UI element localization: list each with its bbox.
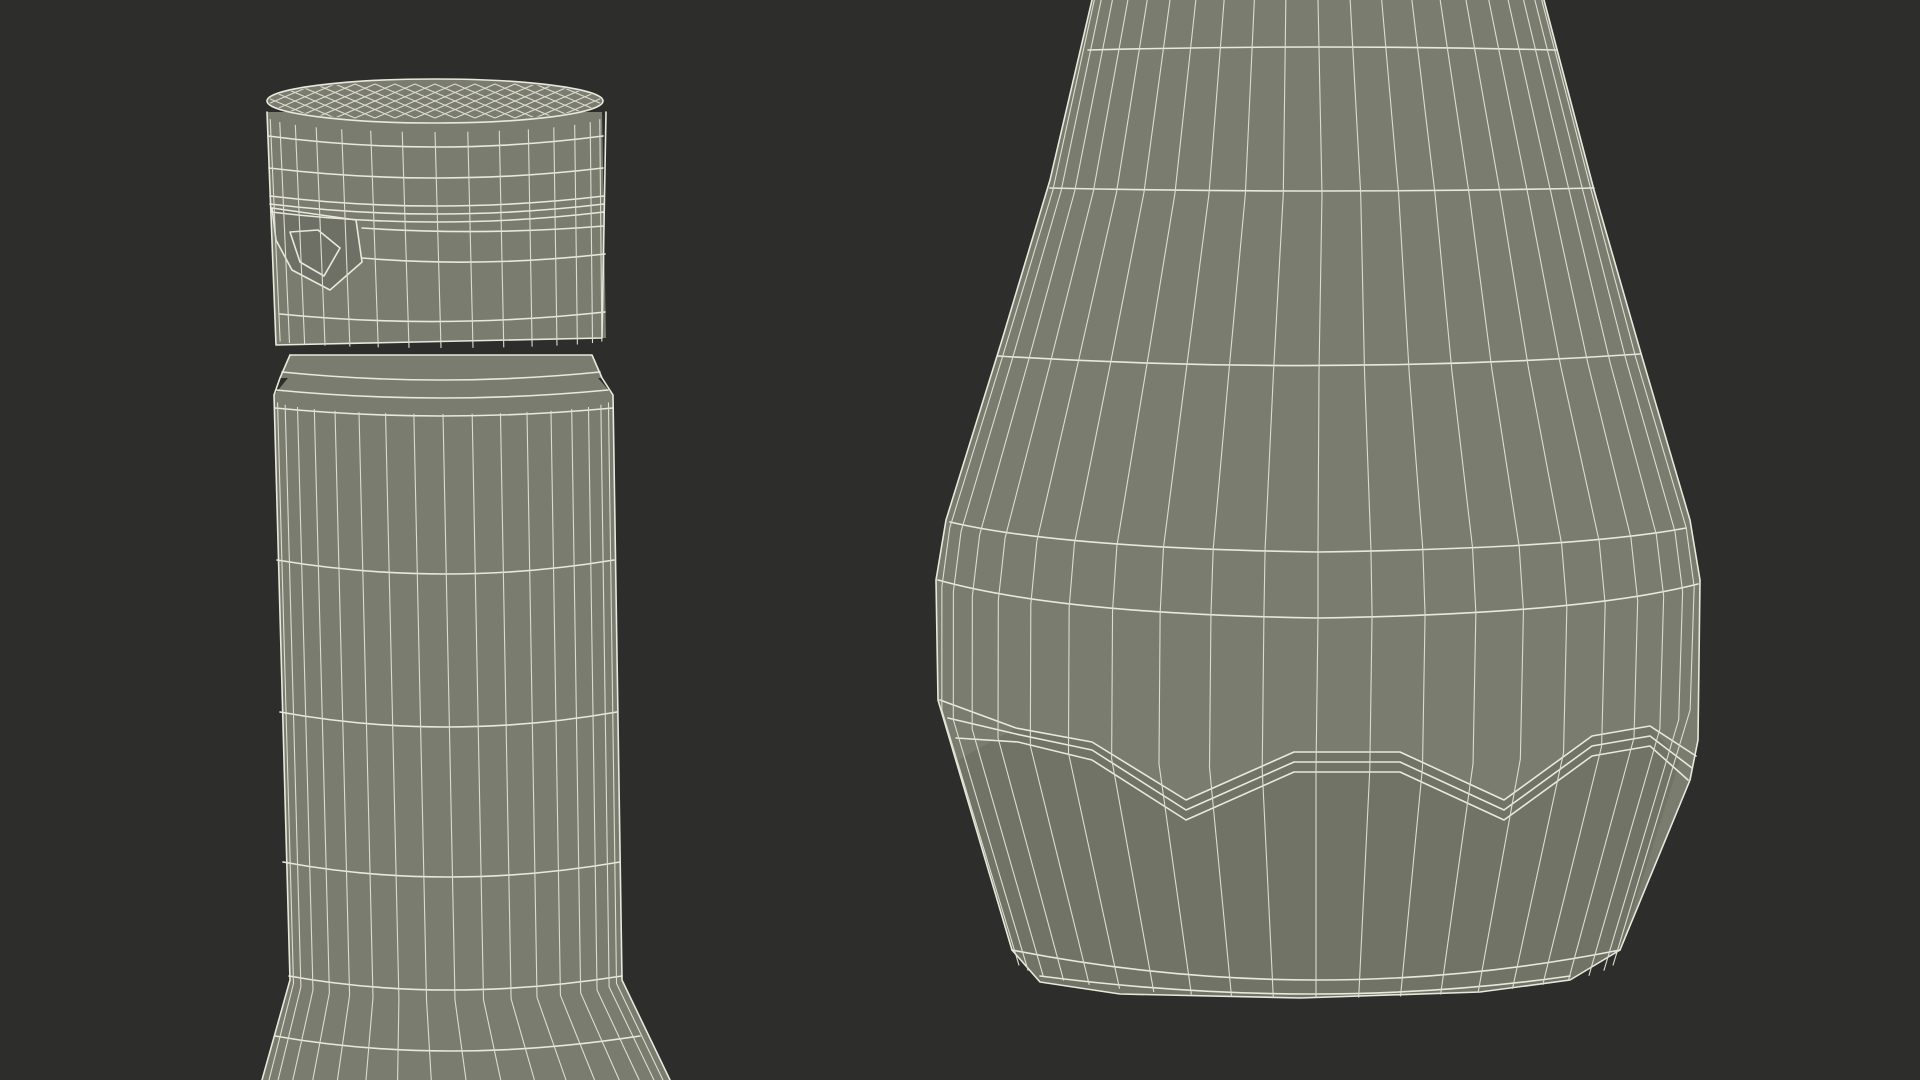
- wireframe-render: [0, 0, 1920, 1080]
- 3d-viewport[interactable]: [0, 0, 1920, 1080]
